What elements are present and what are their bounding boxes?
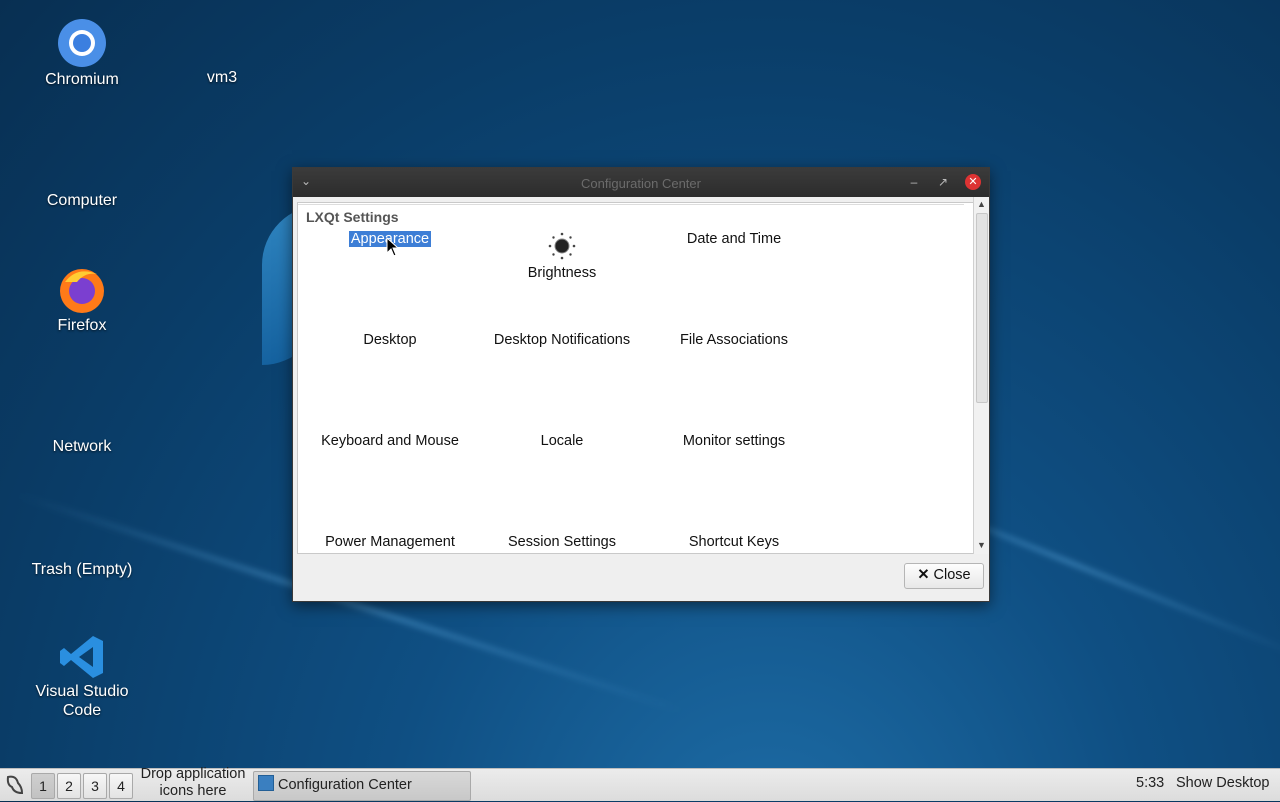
maximize-button[interactable]: ↗ [934,173,952,191]
section-title: LXQt Settings [306,209,399,225]
close-x-icon: ✕ [917,567,930,583]
settings-item-desktop[interactable]: Desktop [305,332,475,348]
lxqt-logo-icon [6,775,24,795]
main-menu-button[interactable] [4,773,26,797]
show-desktop-button[interactable]: Show Desktop [1176,775,1270,791]
desktop-icon-label: Firefox [57,317,107,334]
settings-item-label: Desktop [363,332,417,348]
settings-item-session-settings[interactable]: Session Settings [477,534,647,550]
settings-item-file-associations[interactable]: File Associations [649,332,819,348]
chromium-icon [57,18,107,68]
desktop-icon-firefox[interactable]: Firefox [22,264,142,335]
scrollbar-thumb[interactable] [976,213,988,403]
settings-item-label: Date and Time [686,231,782,247]
settings-item-locale[interactable]: Locale [477,433,647,449]
desktop-icon-computer[interactable]: Computer [22,191,142,210]
vertical-scrollbar[interactable]: ▲ ▼ [973,197,989,554]
scroll-up-arrow-icon[interactable]: ▲ [974,197,989,211]
scroll-down-arrow-icon[interactable]: ▼ [974,538,989,552]
close-button[interactable]: ✕ Close [904,563,984,589]
clock[interactable]: 5:33 [1136,775,1164,791]
workspace-button-3[interactable]: 3 [83,773,107,799]
desktop-icon-label: vm3 [206,69,238,86]
desktop-icon-label: Network [52,438,112,455]
vscode-icon [59,634,105,680]
settings-item-label: File Associations [680,332,788,348]
desktop-icon-label: Visual Studio Code [35,683,129,719]
settings-item-shortcut-keys[interactable]: Shortcut Keys [649,534,819,550]
close-button-label: Close [933,567,971,583]
settings-item-power-management[interactable]: Power Management [305,534,475,550]
configuration-center-window: ⌄ Configuration Center – ↗ ✕ LXQt Settin… [292,167,990,602]
taskbar-window-button[interactable]: Configuration Center [253,771,471,801]
window-title: Configuration Center [581,176,701,191]
quicklaunch-drop-hint: Drop application icons here [140,766,246,799]
desktop-icon-network[interactable]: Network [22,437,142,456]
mouse-cursor-icon [386,237,400,257]
desktop-icon-label: Chromium [45,71,119,88]
settings-item-label: Monitor settings [682,433,786,449]
settings-item-label: Shortcut Keys [688,534,780,550]
settings-item-brightness[interactable]: Brightness [477,231,647,281]
desktop-icon-label: Trash (Empty) [31,561,133,578]
settings-item-label: Keyboard and Mouse [321,433,459,449]
brightness-icon [477,231,647,265]
desktop-icon-chromium[interactable]: Chromium [22,18,142,89]
workspace-button-2[interactable]: 2 [57,773,81,799]
section-divider [298,204,964,205]
workspace-button-1[interactable]: 1 [31,773,55,799]
settings-item-date-and-time[interactable]: Date and Time [649,231,819,247]
desktop-icon-vscode[interactable]: Visual Studio Code [22,634,142,720]
firefox-icon [57,264,107,314]
taskbar-window-label: Configuration Center [278,777,412,793]
workspace-button-4[interactable]: 4 [109,773,133,799]
settings-item-label: Power Management [325,534,455,550]
window-titlebar[interactable]: ⌄ Configuration Center – ↗ ✕ [293,168,989,197]
settings-item-keyboard-and-mouse[interactable]: Keyboard and Mouse [305,433,475,449]
window-close-button[interactable]: ✕ [965,174,981,190]
desktop-icon-vm3[interactable]: vm3 [162,68,282,87]
settings-item-monitor-settings[interactable]: Monitor settings [649,433,819,449]
desktop-icon-trash[interactable]: Trash (Empty) [22,560,142,579]
desktop-icon-label: Computer [46,192,118,209]
settings-item-desktop-notifications[interactable]: Desktop Notifications [477,332,647,348]
settings-item-label: Locale [540,433,584,449]
configuration-center-icon [258,775,274,791]
minimize-button[interactable]: – [905,173,923,191]
settings-item-label: Session Settings [507,534,616,550]
settings-item-label: Brightness [527,265,597,281]
settings-item-label: Desktop Notifications [493,332,631,348]
taskbar: 1 2 3 4 Drop application icons here Conf… [0,766,1280,801]
